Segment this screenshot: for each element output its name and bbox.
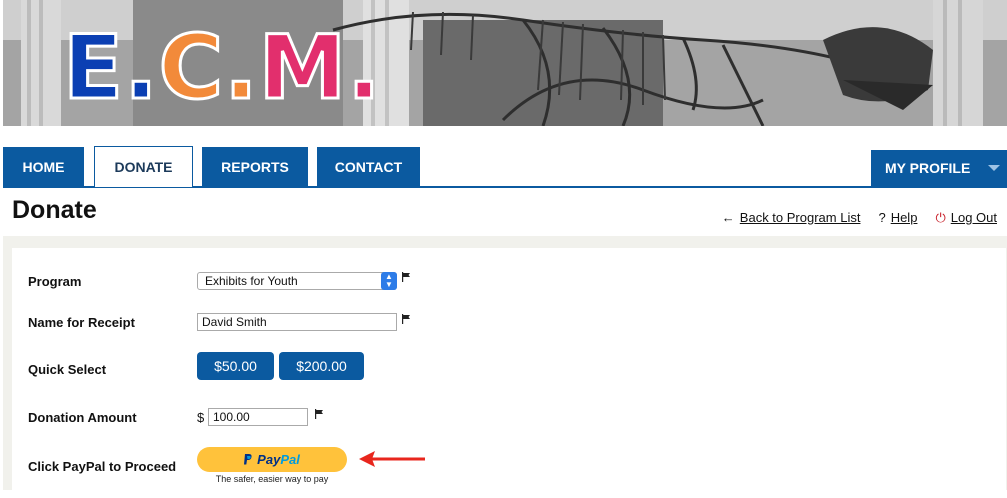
- tab-reports-label: REPORTS: [221, 158, 289, 175]
- paypal-tagline: The safer, easier way to pay: [215, 474, 329, 484]
- logo-letter-e: E: [61, 16, 125, 119]
- tab-reports[interactable]: REPORTS: [202, 147, 308, 186]
- currency-symbol: $: [197, 410, 205, 425]
- quick-select-50-button[interactable]: $50.00: [197, 352, 274, 380]
- arrow-left-icon: [359, 451, 425, 467]
- donation-amount-input[interactable]: [208, 408, 308, 426]
- program-select-value: Exhibits for Youth: [205, 274, 298, 288]
- logo-letter-c: C: [157, 16, 225, 119]
- ecm-logo: E.C.M.: [61, 22, 382, 113]
- logout-link[interactable]: Log Out: [951, 210, 997, 225]
- flag-icon: [315, 409, 323, 419]
- help-link-group: ? Help: [878, 210, 917, 226]
- my-profile-menu[interactable]: MY PROFILE: [871, 150, 1007, 186]
- tab-home-label: HOME: [22, 158, 65, 175]
- flag-icon: [402, 272, 410, 282]
- help-link[interactable]: Help: [891, 210, 918, 225]
- paypal-logo-icon: [244, 454, 252, 465]
- back-link-group: ← Back to Program List: [722, 210, 861, 226]
- paypal-pal-text: Pal: [280, 452, 300, 467]
- name-for-receipt-input[interactable]: [197, 313, 397, 331]
- paypal-wordmark: PayPal: [257, 452, 300, 467]
- logo-dot: .: [346, 16, 382, 119]
- logo-dot: .: [223, 16, 259, 119]
- tab-donate-label: DONATE: [114, 159, 173, 175]
- select-arrows-icon: ▲ ▼: [381, 272, 397, 290]
- program-select[interactable]: Exhibits for Youth ▲ ▼: [197, 272, 397, 290]
- paypal-pay-text: Pay: [257, 452, 281, 467]
- tab-contact[interactable]: CONTACT: [317, 147, 420, 186]
- quick-select-label: Quick Select: [28, 362, 107, 377]
- header-banner: E.C.M.: [3, 0, 1007, 126]
- header-links: ← Back to Program List ? Help ⏻ Log Out: [722, 210, 997, 226]
- paypal-proceed-label: Click PayPal to Proceed: [28, 459, 177, 474]
- page-title: Donate: [12, 196, 97, 224]
- my-profile-label: MY PROFILE: [885, 160, 971, 176]
- donation-form: Program Exhibits for Youth ▲ ▼ Name for R…: [12, 248, 1006, 498]
- tab-donate[interactable]: DONATE: [94, 146, 193, 187]
- power-icon: ⏻: [935, 210, 946, 225]
- arrow-left-icon: ←: [721, 210, 735, 225]
- donation-amount-label: Donation Amount: [28, 410, 137, 425]
- question-icon: ?: [878, 210, 886, 225]
- logo-letter-m: M: [257, 16, 348, 119]
- content-panel: Program Exhibits for Youth ▲ ▼ Name for R…: [3, 236, 1007, 498]
- logout-link-group: ⏻ Log Out: [935, 210, 997, 226]
- tab-contact-label: CONTACT: [334, 158, 403, 175]
- name-for-receipt-label: Name for Receipt: [28, 315, 135, 330]
- logo-dot: .: [123, 16, 159, 119]
- quick-select-200-button[interactable]: $200.00: [279, 352, 364, 380]
- program-label: Program: [28, 274, 82, 289]
- paypal-button[interactable]: PayPal: [197, 447, 347, 472]
- back-to-program-list-link[interactable]: Back to Program List: [740, 210, 861, 225]
- flag-icon: [402, 314, 410, 324]
- chevron-down-icon[interactable]: [981, 150, 1007, 186]
- tab-home[interactable]: HOME: [3, 147, 84, 186]
